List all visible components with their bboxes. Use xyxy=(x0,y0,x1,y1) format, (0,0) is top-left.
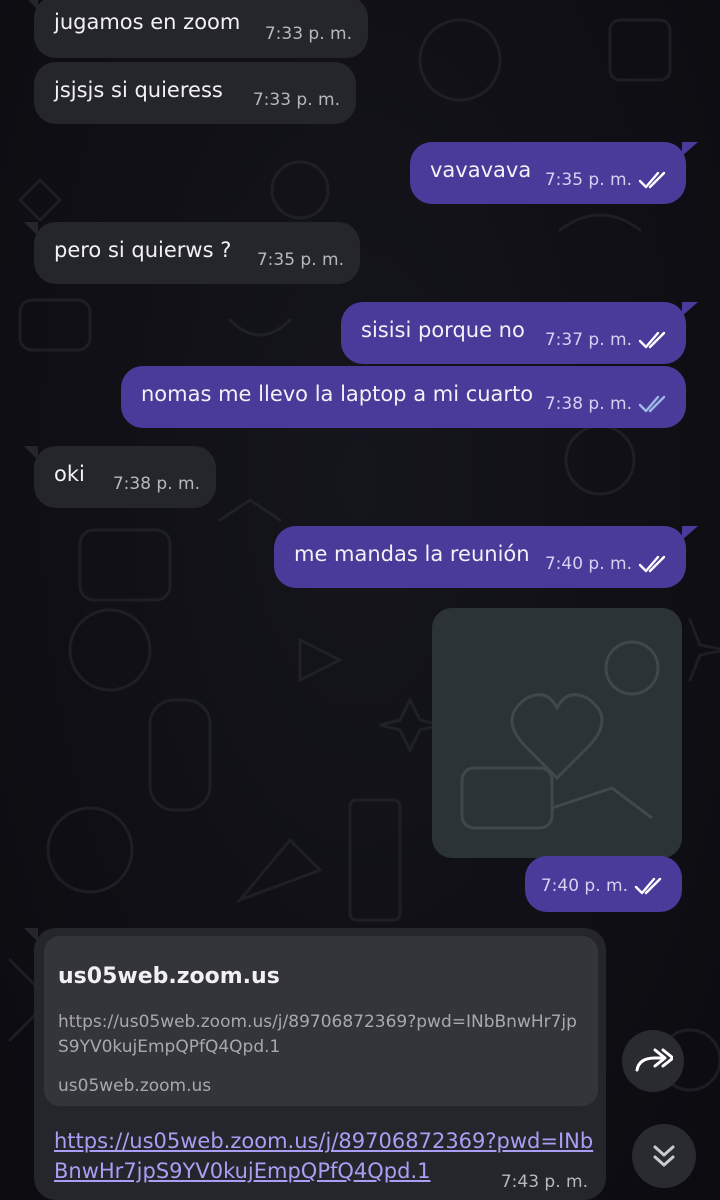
sticker-placeholder-icon xyxy=(460,640,660,830)
message-bubble-outgoing[interactable]: me mandas la reunión 7:40 p. m. xyxy=(274,526,698,588)
message-text: jsjsjs si quieress xyxy=(54,78,223,102)
double-check-icon xyxy=(638,395,666,413)
message-meta: 7:40 p. m. xyxy=(541,872,666,900)
double-check-icon xyxy=(638,331,666,349)
message-time: 7:43 p. m. xyxy=(500,1172,588,1192)
message-text: me mandas la reunión xyxy=(294,542,530,566)
message-meta: 7:43 p. m. xyxy=(501,1172,588,1192)
link-preview-url: https://us05web.zoom.us/j/89706872369?pw… xyxy=(58,1012,577,1057)
link-preview-card[interactable]: us05web.zoom.us https://us05web.zoom.us/… xyxy=(44,936,598,1106)
message-bubble-outgoing[interactable]: vavavava 7:35 p. m. xyxy=(410,142,698,204)
forward-icon xyxy=(635,1048,673,1072)
message-text: vavavava xyxy=(430,158,532,182)
message-bubble-incoming[interactable]: pero si quierws ? 7:35 p. m. xyxy=(24,222,360,284)
message-meta: 7:35 p. m. xyxy=(545,166,670,194)
message-time: 7:38 p. m. xyxy=(112,474,200,494)
message-time: 7:37 p. m. xyxy=(544,330,632,350)
double-check-icon xyxy=(638,171,666,189)
message-time: 7:40 p. m. xyxy=(544,554,632,574)
message-text: sisisi porque no xyxy=(361,318,525,342)
message-meta: 7:40 p. m. xyxy=(545,550,670,578)
sticker-image[interactable] xyxy=(432,608,682,858)
message-meta: 7:35 p. m. xyxy=(257,246,344,274)
message-time: 7:35 p. m. xyxy=(256,250,344,270)
forward-button[interactable] xyxy=(622,1030,684,1092)
message-bubble-outgoing[interactable]: nomas me llevo la laptop a mi cuarto 7:3… xyxy=(121,366,686,428)
message-time: 7:35 p. m. xyxy=(544,170,632,190)
link-preview-domain: us05web.zoom.us xyxy=(58,1076,212,1096)
message-meta: 7:38 p. m. xyxy=(545,390,670,418)
message-meta: 7:38 p. m. xyxy=(113,470,200,498)
message-meta: 7:33 p. m. xyxy=(253,86,340,114)
link-preview-title: us05web.zoom.us xyxy=(58,964,280,989)
message-meta: 7:33 p. m. xyxy=(265,20,352,48)
message-meta: 7:37 p. m. xyxy=(545,326,670,354)
message-time: 7:38 p. m. xyxy=(544,394,632,414)
double-check-icon xyxy=(638,555,666,573)
message-text: nomas me llevo la laptop a mi cuarto xyxy=(141,382,534,406)
chat-area[interactable]: jugamos en zoom 7:33 p. m. jsjsjs si qui… xyxy=(0,0,720,1200)
message-text: oki xyxy=(54,462,85,486)
message-time: 7:40 p. m. xyxy=(540,876,628,896)
message-bubble-incoming[interactable]: jsjsjs si quieress 7:33 p. m. xyxy=(34,62,356,124)
message-bubble-outgoing[interactable]: sisisi porque no 7:37 p. m. xyxy=(341,302,698,364)
scroll-to-bottom-button[interactable] xyxy=(632,1124,696,1188)
link-message-bubble[interactable]: us05web.zoom.us https://us05web.zoom.us/… xyxy=(24,928,606,1200)
message-text: jugamos en zoom xyxy=(54,10,241,34)
message-bubble-incoming[interactable]: oki 7:38 p. m. xyxy=(24,446,216,508)
message-time: 7:33 p. m. xyxy=(252,90,340,110)
message-text: pero si quierws ? xyxy=(54,238,232,262)
chevrons-down-icon xyxy=(653,1145,675,1167)
message-bubble-incoming[interactable]: jugamos en zoom 7:33 p. m. xyxy=(24,0,368,58)
message-bubble-outgoing[interactable]: 7:40 p. m. xyxy=(525,856,682,912)
double-check-icon xyxy=(634,877,662,895)
message-time: 7:33 p. m. xyxy=(264,24,352,44)
